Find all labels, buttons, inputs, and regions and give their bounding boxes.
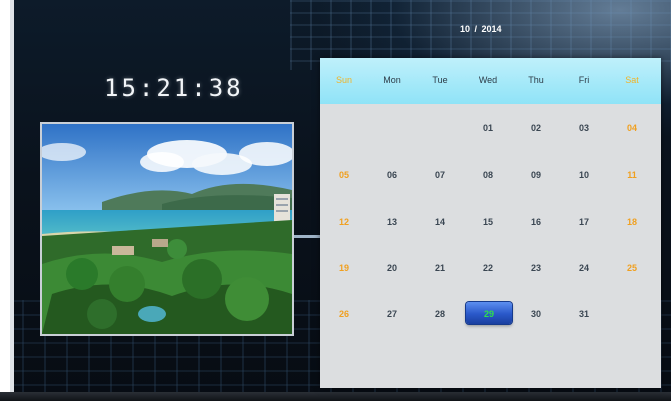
calendar-day[interactable]: 12 bbox=[320, 212, 368, 232]
calendar-day[interactable]: 01 bbox=[464, 118, 512, 138]
weekday-wed: Wed bbox=[478, 75, 498, 85]
calendar-day[interactable]: 30 bbox=[512, 304, 560, 324]
calendar-day[interactable]: 02 bbox=[512, 118, 560, 138]
calendar-day[interactable]: 19 bbox=[320, 258, 368, 278]
device-bezel bbox=[0, 0, 14, 401]
calendar-day[interactable]: 03 bbox=[560, 118, 608, 138]
calendar-day[interactable]: 08 bbox=[464, 165, 512, 185]
calendar-day[interactable]: 13 bbox=[368, 212, 416, 232]
calendar-day[interactable]: 26 bbox=[320, 304, 368, 324]
device-bezel-bottom bbox=[0, 392, 671, 401]
calendar-day[interactable]: 18 bbox=[608, 212, 656, 232]
weekday-thu: Thu bbox=[528, 75, 544, 85]
calendar-day[interactable]: 24 bbox=[560, 258, 608, 278]
calendar-day[interactable]: 17 bbox=[560, 212, 608, 232]
calendar-day[interactable]: 06 bbox=[368, 165, 416, 185]
calendar-panel: Sun Mon Tue Wed Thu Fri Sat 01 02 03 04 … bbox=[320, 58, 661, 388]
calendar-day[interactable]: 21 bbox=[416, 258, 464, 278]
calendar-day[interactable]: 14 bbox=[416, 212, 464, 232]
calendar-day[interactable]: 28 bbox=[416, 304, 464, 324]
calendar-day[interactable]: 25 bbox=[608, 258, 656, 278]
calendar-day[interactable]: 07 bbox=[416, 165, 464, 185]
calendar-day[interactable]: 05 bbox=[320, 165, 368, 185]
calendar-day-today[interactable]: 29 bbox=[465, 304, 513, 324]
weekday-mon: Mon bbox=[383, 75, 401, 85]
photo-calendar-connector bbox=[294, 235, 320, 238]
calendar-day[interactable]: 20 bbox=[368, 258, 416, 278]
month-year-label: 10 / 2014 bbox=[460, 24, 502, 34]
weekday-sun: Sun bbox=[335, 75, 352, 85]
calendar-day[interactable]: 04 bbox=[608, 118, 656, 138]
landscape-photo bbox=[42, 124, 292, 334]
calendar-day[interactable]: 23 bbox=[512, 258, 560, 278]
calendar-day[interactable]: 16 bbox=[512, 212, 560, 232]
weekday-sat: Sat bbox=[625, 75, 639, 85]
weekday-tue: Tue bbox=[432, 75, 448, 85]
calendar-day[interactable]: 15 bbox=[464, 212, 512, 232]
calendar-day[interactable]: 31 bbox=[560, 304, 608, 324]
calendar-day[interactable]: 11 bbox=[608, 165, 656, 185]
weekday-fri: Fri bbox=[578, 75, 590, 85]
calendar-day[interactable]: 09 bbox=[512, 165, 560, 185]
digital-clock: 15:21:38 bbox=[104, 74, 244, 102]
calendar-day[interactable]: 10 bbox=[560, 165, 608, 185]
photo-display[interactable] bbox=[40, 122, 294, 336]
calendar-day[interactable]: 22 bbox=[464, 258, 512, 278]
calendar-day[interactable]: 27 bbox=[368, 304, 416, 324]
